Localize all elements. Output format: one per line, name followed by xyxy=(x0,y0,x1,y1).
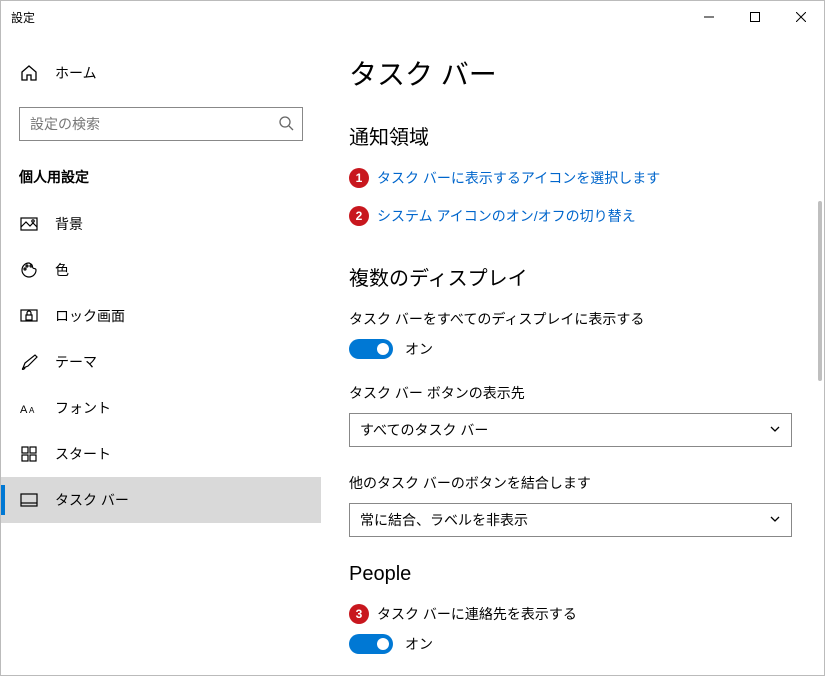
nav-label: ロック画面 xyxy=(55,306,125,326)
home-icon xyxy=(19,63,39,83)
show-all-displays-state: オン xyxy=(405,339,433,359)
nav-item-fonts[interactable]: AA フォント xyxy=(1,385,321,431)
svg-text:A: A xyxy=(29,406,35,415)
nav-item-lockscreen[interactable]: ロック画面 xyxy=(1,293,321,339)
nav-label: 背景 xyxy=(55,214,83,234)
nav-item-background[interactable]: 背景 xyxy=(1,201,321,247)
lockscreen-icon xyxy=(19,306,39,326)
nav-label: スタート xyxy=(55,444,111,464)
nav-item-themes[interactable]: テーマ xyxy=(1,339,321,385)
annotation-badge-1: 1 xyxy=(349,168,369,188)
button-destination-label: タスク バー ボタンの表示先 xyxy=(349,383,792,403)
nav-label: テーマ xyxy=(55,352,97,372)
start-icon xyxy=(19,444,39,464)
show-contacts-state: オン xyxy=(405,634,433,654)
button-destination-select[interactable]: すべてのタスク バー xyxy=(349,413,792,447)
page-title: タスク バー xyxy=(349,53,792,93)
content-pane: タスク バー 通知領域 1 タスク バーに表示するアイコンを選択します 2 シス… xyxy=(321,33,824,675)
system-icons-link[interactable]: システム アイコンのオン/オフの切り替え xyxy=(377,206,636,226)
nav-item-start[interactable]: スタート xyxy=(1,431,321,477)
multiple-displays-header: 複数のディスプレイ xyxy=(349,262,792,291)
notification-area-header: 通知領域 xyxy=(349,121,792,150)
maximize-button[interactable] xyxy=(732,1,778,33)
nav-label: 色 xyxy=(55,260,69,280)
chevron-down-icon xyxy=(769,422,781,438)
scrollbar-thumb[interactable] xyxy=(818,201,822,381)
home-button[interactable]: ホーム xyxy=(1,55,321,91)
annotation-badge-3: 3 xyxy=(349,604,369,624)
show-all-displays-label: タスク バーをすべてのディスプレイに表示する xyxy=(349,309,792,329)
button-destination-value: すべてのタスク バー xyxy=(360,420,488,440)
search-placeholder: 設定の検索 xyxy=(30,114,278,134)
brush-icon xyxy=(19,352,39,372)
minimize-button[interactable] xyxy=(686,1,732,33)
search-icon xyxy=(278,115,294,134)
section-header: 個人用設定 xyxy=(1,161,321,201)
nav-label: フォント xyxy=(55,398,111,418)
nav-item-colors[interactable]: 色 xyxy=(1,247,321,293)
window-title: 設定 xyxy=(11,9,35,26)
taskbar-icon xyxy=(19,490,39,510)
annotation-badge-2: 2 xyxy=(349,206,369,226)
nav-label: タスク バー xyxy=(55,490,129,510)
combine-buttons-label: 他のタスク バーのボタンを結合します xyxy=(349,473,792,493)
sidebar: ホーム 設定の検索 個人用設定 背景 色 ロック画面 xyxy=(1,33,321,675)
palette-icon xyxy=(19,260,39,280)
search-input[interactable]: 設定の検索 xyxy=(19,107,303,141)
combine-buttons-value: 常に結合、ラベルを非表示 xyxy=(360,510,528,530)
show-all-displays-toggle[interactable] xyxy=(349,339,393,359)
show-contacts-toggle[interactable] xyxy=(349,634,393,654)
people-header: People xyxy=(349,563,792,586)
font-icon: AA xyxy=(19,398,39,418)
nav-item-taskbar[interactable]: タスク バー xyxy=(1,477,321,523)
home-label: ホーム xyxy=(55,63,97,83)
close-button[interactable] xyxy=(778,1,824,33)
chevron-down-icon xyxy=(769,512,781,528)
select-icons-link[interactable]: タスク バーに表示するアイコンを選択します xyxy=(377,168,660,188)
picture-icon xyxy=(19,214,39,234)
svg-text:A: A xyxy=(20,404,28,415)
show-contacts-label: タスク バーに連絡先を表示する xyxy=(377,604,577,624)
combine-buttons-select[interactable]: 常に結合、ラベルを非表示 xyxy=(349,503,792,537)
